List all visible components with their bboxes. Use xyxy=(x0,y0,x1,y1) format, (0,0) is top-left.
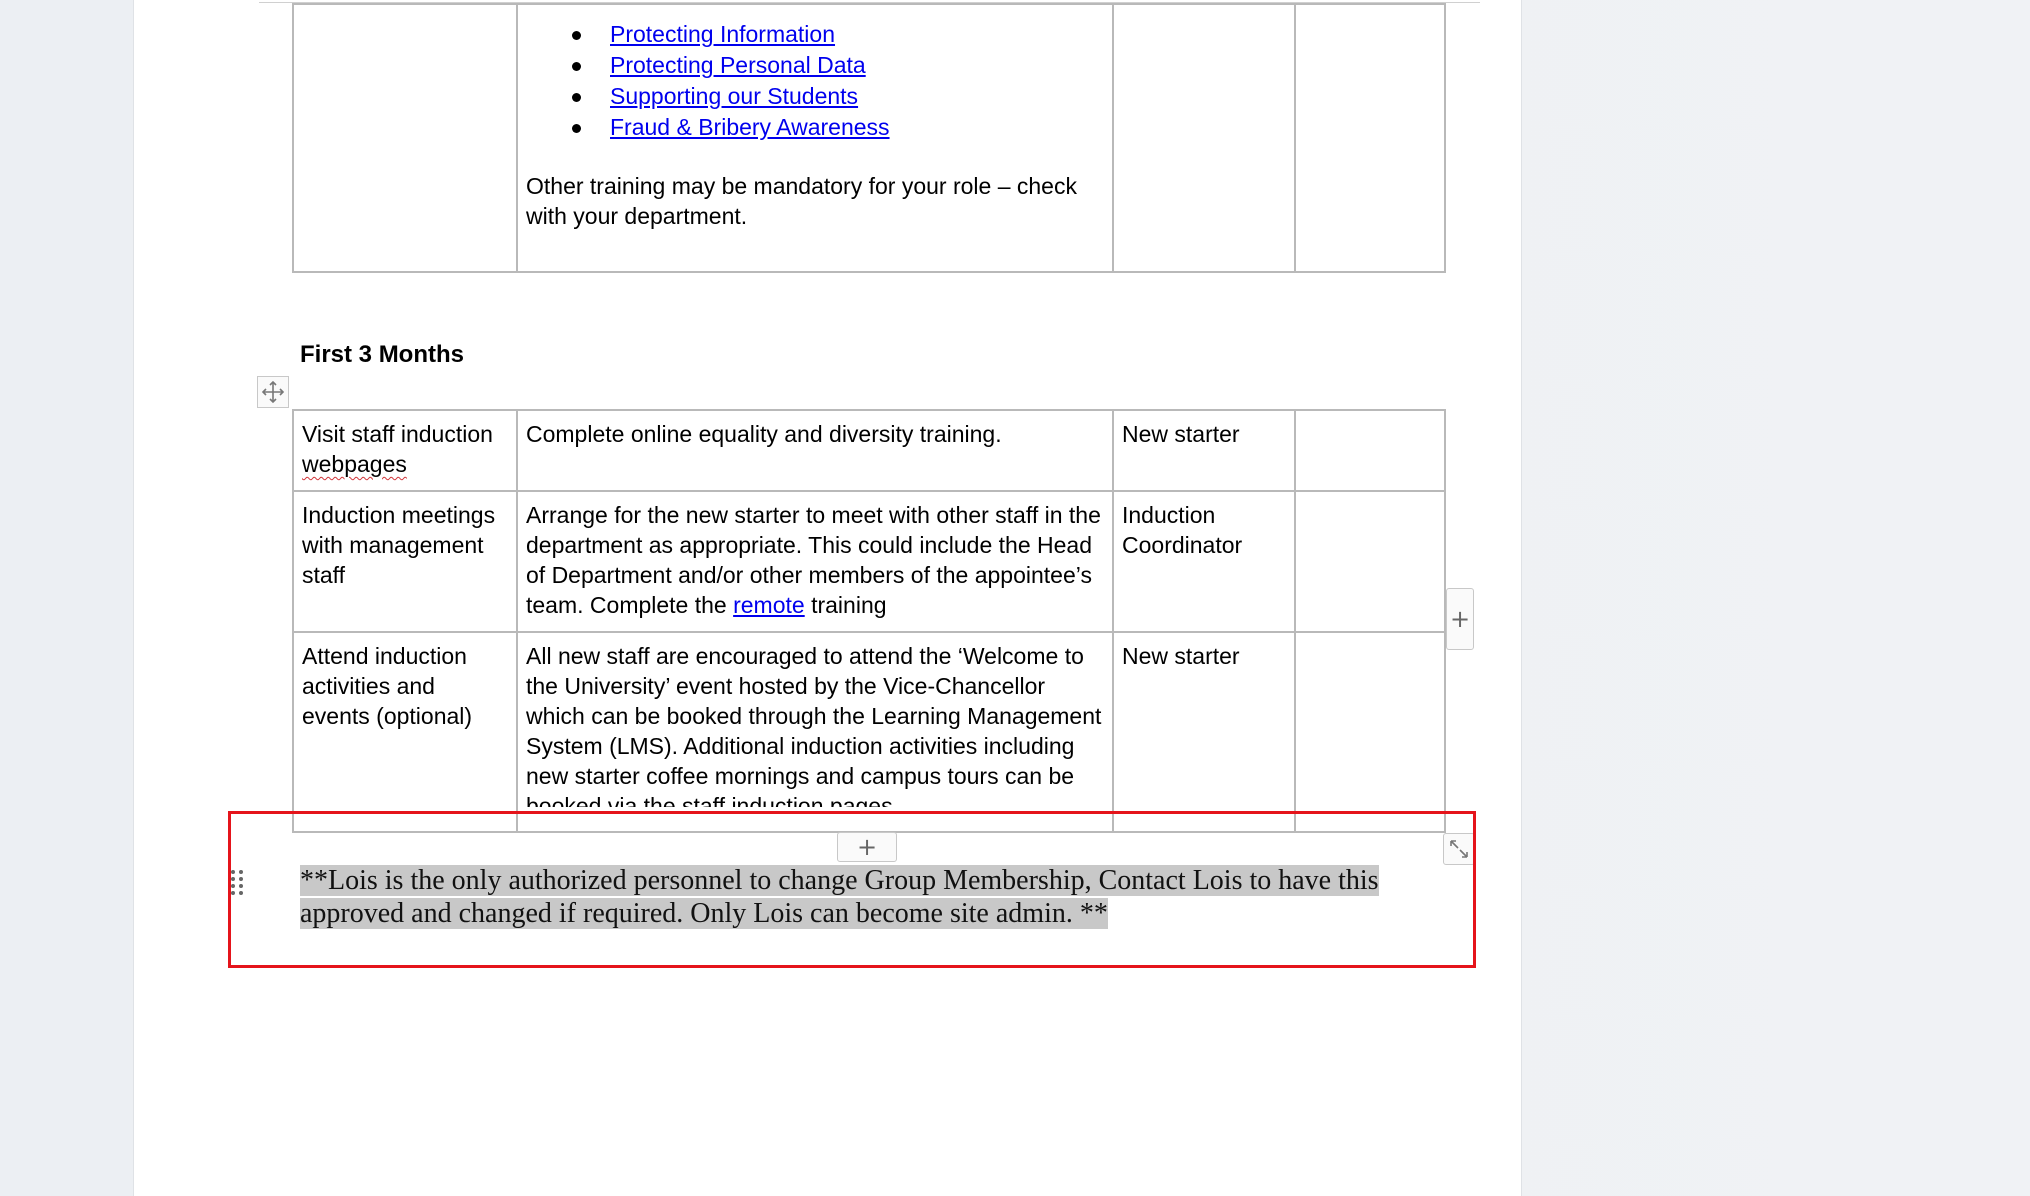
description-cell: Complete online equality and diversity t… xyxy=(516,409,1114,492)
description-cell: All new staff are encouraged to attend t… xyxy=(516,631,1114,833)
status-cell xyxy=(1294,631,1446,833)
table-cell xyxy=(292,3,518,273)
table-row: Induction meetings with management staff… xyxy=(292,490,1446,633)
fraud-bribery-link[interactable]: Fraud & Bribery Awareness xyxy=(610,114,890,140)
list-item: Protecting Information xyxy=(572,19,1104,50)
first-3-months-table: Visit staff induction webpages Complete … xyxy=(292,409,1446,833)
description-cell: Arrange for the new starter to meet with… xyxy=(516,490,1114,633)
owner-cell: New starter xyxy=(1112,631,1296,833)
table-cell xyxy=(1112,3,1296,273)
protecting-information-link[interactable]: Protecting Information xyxy=(610,21,835,47)
annotation-highlight-box xyxy=(228,811,1476,968)
description-text: All new staff are encouraged to attend t… xyxy=(526,643,1102,807)
status-cell xyxy=(1294,490,1446,633)
table-cell: Protecting Information Protecting Person… xyxy=(516,3,1114,273)
owner-cell: New starter xyxy=(1112,409,1296,492)
table-row: Attend induction activities and events (… xyxy=(292,631,1446,833)
table-row: Visit staff induction webpages Complete … xyxy=(292,409,1446,492)
training-table: Protecting Information Protecting Person… xyxy=(292,3,1446,273)
list-item: Protecting Personal Data xyxy=(572,50,1104,81)
table-cell xyxy=(1294,3,1446,273)
owner-cell: Induction Coordinator xyxy=(1112,490,1296,633)
move-icon xyxy=(261,380,285,404)
plus-icon: + xyxy=(1449,605,1471,633)
mandatory-training-note: Other training may be mandatory for your… xyxy=(526,173,1077,229)
supporting-students-link[interactable]: Supporting our Students xyxy=(610,83,858,109)
task-cell: Induction meetings with management staff xyxy=(292,490,518,633)
task-text: Visit staff induction xyxy=(302,421,493,447)
task-cell: Attend induction activities and events (… xyxy=(292,631,518,833)
status-cell xyxy=(1294,409,1446,492)
description-text: training xyxy=(804,592,887,618)
table-move-handle[interactable] xyxy=(257,376,289,408)
list-item: Fraud & Bribery Awareness xyxy=(572,112,1104,143)
add-column-button[interactable]: + xyxy=(1446,588,1474,650)
table-row: Protecting Information Protecting Person… xyxy=(292,3,1446,273)
task-text-misspelled: webpages xyxy=(302,451,407,477)
protecting-personal-data-link[interactable]: Protecting Personal Data xyxy=(610,52,866,78)
task-cell: Visit staff induction webpages xyxy=(292,409,518,492)
section-heading: First 3 Months xyxy=(300,341,465,368)
remote-training-link[interactable]: remote xyxy=(733,592,805,618)
list-item: Supporting our Students xyxy=(572,81,1104,112)
training-links-list: Protecting Information Protecting Person… xyxy=(526,19,1104,143)
